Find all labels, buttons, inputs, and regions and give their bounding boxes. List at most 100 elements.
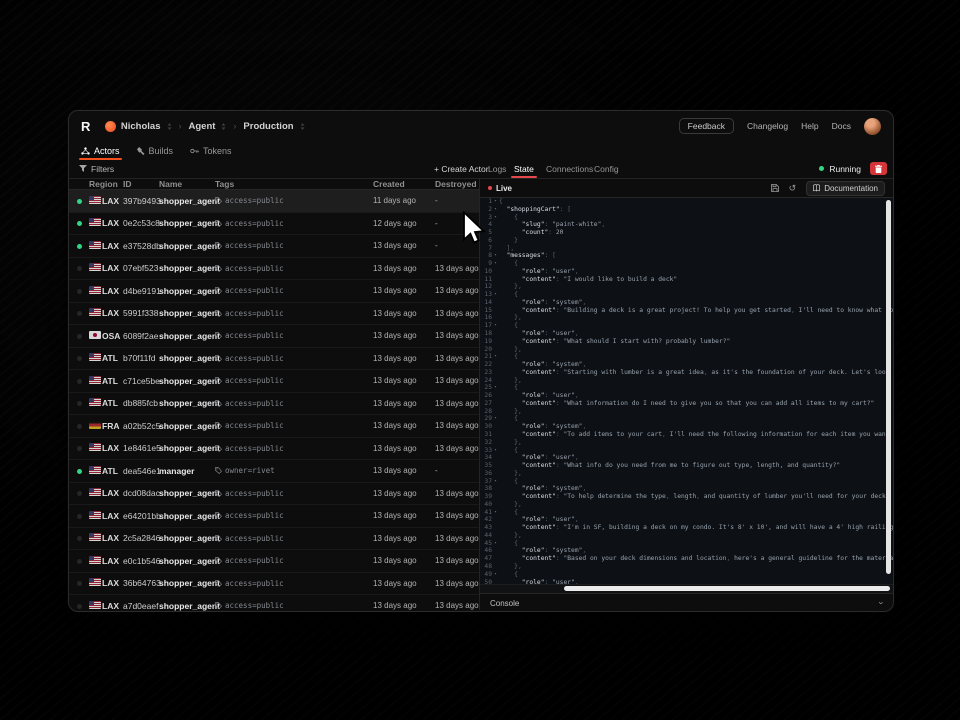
table-row[interactable]: LAXe0c1b546shopper_agentaccess=public13 …	[69, 550, 479, 573]
destroy-actor-button[interactable]	[870, 162, 887, 175]
code-line: 11 "content": "I would like to build a d…	[480, 276, 893, 284]
code-line: 37▾ {	[480, 478, 893, 486]
actor-id: 5991f338	[123, 308, 159, 318]
table-row[interactable]: LAX36b64763shopper_agentaccess=public13 …	[69, 573, 479, 596]
actor-status-dot	[77, 559, 82, 564]
breadcrumb-project[interactable]: Agent	[189, 121, 227, 132]
actor-region: LAX	[102, 533, 123, 543]
tab-state[interactable]: State	[514, 160, 534, 177]
actor-name: shopper_agent	[159, 601, 215, 611]
actor-destroyed: 13 days ago	[435, 556, 479, 565]
column-region[interactable]: Region	[89, 179, 123, 189]
horizontal-scrollbar-track[interactable]	[480, 584, 893, 593]
code-line: 15 "content": "Building a deck is a grea…	[480, 307, 893, 315]
code-line: 33▾ {	[480, 447, 893, 455]
region-flag-icon	[89, 556, 101, 564]
create-actor-button[interactable]: + Create Actor	[434, 160, 489, 177]
actor-created: 13 days ago	[373, 511, 435, 520]
tag-icon	[215, 332, 222, 339]
actor-region: LAX	[102, 601, 123, 611]
table-row[interactable]: LAX07ebf523shopper_agentaccess=public13 …	[69, 258, 479, 281]
actor-name: shopper_agent	[159, 263, 215, 273]
column-destroyed[interactable]: Destroyed	[435, 179, 479, 189]
table-row[interactable]: LAX2c5a2846shopper_agentaccess=public13 …	[69, 528, 479, 551]
tab-builds[interactable]: Builds	[137, 141, 174, 160]
region-flag-icon	[89, 241, 101, 249]
actor-tag: access=public	[215, 376, 373, 385]
actor-destroyed: 13 days ago	[435, 601, 479, 610]
live-toggle[interactable]: Live	[488, 184, 512, 193]
code-line: 32 },	[480, 439, 893, 447]
actor-region: LAX	[102, 286, 123, 296]
actor-tag: access=public	[215, 354, 373, 363]
table-row[interactable]: LAXd4be9191shopper_agentaccess=public13 …	[69, 280, 479, 303]
actor-tag: access=public	[215, 489, 373, 498]
actor-region: LAX	[102, 488, 123, 498]
horizontal-scrollbar-thumb[interactable]	[564, 586, 890, 591]
undo-icon[interactable]: ↺	[789, 184, 797, 193]
docs-link[interactable]: Docs	[832, 121, 851, 131]
tab-connections[interactable]: Connections	[546, 160, 593, 177]
actor-status-dot	[77, 289, 82, 294]
account-avatar[interactable]	[864, 118, 881, 135]
table-row[interactable]: LAX0e2c53c8shopper_agentaccess=public12 …	[69, 213, 479, 236]
changelog-link[interactable]: Changelog	[747, 121, 788, 131]
column-created[interactable]: Created	[373, 179, 435, 189]
region-flag-icon	[89, 398, 101, 406]
tab-actors[interactable]: Actors	[81, 141, 120, 160]
filters-button[interactable]: Filters	[79, 160, 114, 177]
breadcrumb-user-label: Nicholas	[121, 121, 161, 132]
actor-id: dea546e1	[123, 466, 159, 476]
table-row[interactable]: LAX397b9493shopper_agentaccess=public11 …	[69, 190, 479, 213]
tag-icon	[215, 355, 222, 362]
breadcrumb-separator: ›	[179, 121, 182, 131]
column-tags[interactable]: Tags	[215, 179, 373, 189]
help-link[interactable]: Help	[801, 121, 818, 131]
actor-name: shopper_agent	[159, 241, 215, 251]
actor-status-dot	[77, 491, 82, 496]
actor-status-dot	[77, 604, 82, 609]
documentation-button[interactable]: Documentation	[806, 181, 885, 196]
save-icon[interactable]	[771, 184, 779, 192]
code-line: 17▾ {	[480, 322, 893, 330]
table-row[interactable]: ATLdb885fcbshopper_agentaccess=public13 …	[69, 393, 479, 416]
column-name[interactable]: Name	[159, 179, 215, 189]
vertical-scrollbar[interactable]	[886, 200, 891, 574]
actor-tag: access=public	[215, 534, 373, 543]
code-line: 19 "content": "What should I start with?…	[480, 338, 893, 346]
table-row[interactable]: LAX1e8461e5shopper_agentaccess=public13 …	[69, 438, 479, 461]
actor-created: 12 days ago	[373, 219, 435, 228]
user-avatar-small	[105, 121, 116, 132]
region-flag-icon	[89, 376, 101, 384]
breadcrumb-user[interactable]: Nicholas	[105, 121, 172, 132]
book-icon	[813, 184, 820, 192]
console-label: Console	[490, 599, 519, 608]
code-line: 41▾ {	[480, 509, 893, 517]
feedback-button[interactable]: Feedback	[679, 118, 734, 134]
table-row[interactable]: LAXdcd08dacshopper_agentaccess=public13 …	[69, 483, 479, 506]
actor-name: shopper_agent	[159, 578, 215, 588]
code-line: 47 "content": "Based on your deck dimens…	[480, 555, 893, 563]
actor-created: 13 days ago	[373, 376, 435, 385]
tab-logs[interactable]: Logs	[488, 160, 506, 177]
breadcrumb-environment[interactable]: Production	[243, 121, 304, 132]
table-row[interactable]: OSA6089f2aeshopper_agentaccess=public13 …	[69, 325, 479, 348]
code-line: 29▾ {	[480, 415, 893, 423]
table-row[interactable]: LAX5991f338shopper_agentaccess=public13 …	[69, 303, 479, 326]
table-row[interactable]: LAXa7d0eaefshopper_agentaccess=public13 …	[69, 595, 479, 612]
console-bar[interactable]: Console ›	[480, 593, 893, 612]
actor-destroyed: 13 days ago	[435, 534, 479, 543]
code-editor[interactable]: 1▾{2▾ "shoppingCart": [3▾ {4 "slug": "pa…	[480, 198, 893, 584]
table-row[interactable]: LAXe64201bbshopper_agentaccess=public13 …	[69, 505, 479, 528]
table-row[interactable]: ATLb70f11fdshopper_agentaccess=public13 …	[69, 348, 479, 371]
tab-config[interactable]: Config	[594, 160, 619, 177]
table-row[interactable]: ATLc71ce5beshopper_agentaccess=public13 …	[69, 370, 479, 393]
tab-tokens[interactable]: Tokens	[190, 141, 232, 160]
table-row[interactable]: ATLdea546e1managerowner=rivet13 days ago…	[69, 460, 479, 483]
table-row[interactable]: LAXe37528dbshopper_agentaccess=public13 …	[69, 235, 479, 258]
table-row[interactable]: FRAa02b52c5shopper_agentaccess=public13 …	[69, 415, 479, 438]
actor-created: 13 days ago	[373, 444, 435, 453]
column-id[interactable]: ID	[123, 179, 159, 189]
actor-name: shopper_agent	[159, 421, 215, 431]
region-flag-icon	[89, 443, 101, 451]
